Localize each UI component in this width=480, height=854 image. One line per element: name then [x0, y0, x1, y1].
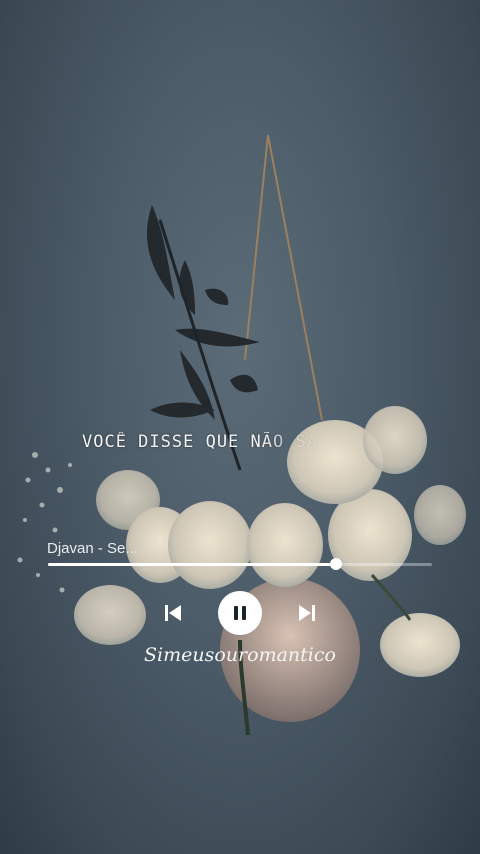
- progress-bar[interactable]: [48, 558, 432, 570]
- pause-icon: [234, 606, 246, 620]
- next-button[interactable]: [292, 598, 322, 628]
- progress-fill: [48, 563, 336, 566]
- pause-button[interactable]: [218, 591, 262, 635]
- watermark-signature: Simeusouromantico: [144, 644, 336, 666]
- skip-previous-icon: [165, 605, 181, 621]
- song-title: Djavan - Se...: [47, 540, 138, 557]
- lyric-text: VOCÊ DISSE QUE NÃO SA: [82, 432, 318, 452]
- skip-next-icon: [299, 605, 315, 621]
- flower-arrangement-image: [17, 134, 466, 736]
- progress-thumb[interactable]: [330, 558, 342, 570]
- previous-button[interactable]: [158, 598, 188, 628]
